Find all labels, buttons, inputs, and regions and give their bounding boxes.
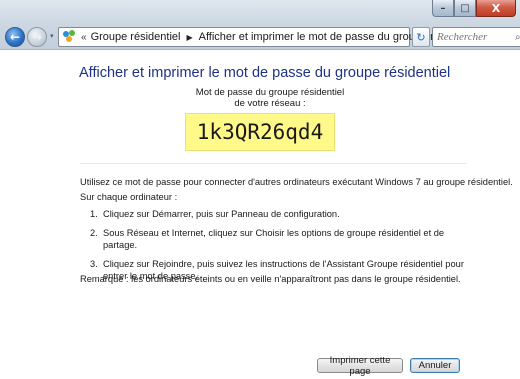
password-caption: Mot de passe du groupe résidentiel de vo… [180,87,360,109]
password-display: 1k3QR26qd4 [185,113,335,151]
homegroup-icon [63,30,77,44]
page-title: Afficher et imprimer le mot de passe du … [79,65,451,81]
back-arrow-icon: ← [9,30,21,44]
close-button[interactable]: X [476,0,516,17]
window: – □ X ← → ▾ « Groupe résidentiel ▶ Affic… [0,0,520,379]
password-caption-line-1: Mot de passe du groupe résidentiel [195,87,345,98]
print-button[interactable]: Imprimer cette page [317,355,403,377]
close-icon: X [491,1,501,15]
forward-button[interactable]: → [27,27,47,47]
minimize-icon: – [440,2,446,14]
address-bar[interactable]: « Groupe résidentiel ▶ Afficher et impri… [58,27,484,47]
forward-arrow-icon: → [31,30,43,44]
content-area: Afficher et imprimer le mot de passe du … [0,51,520,379]
list-item: 2. Sous Réseau et Internet, cliquez sur … [90,227,472,251]
cancel-button[interactable]: Annuler [410,358,460,373]
chevron-down-icon: ▾ [50,32,54,40]
back-button[interactable]: ← [5,27,25,47]
refresh-icon: ↻ [416,30,426,44]
maximize-icon: □ [460,2,470,14]
homegroup-password: 1k3QR26qd4 [196,120,324,144]
refresh-button[interactable]: ↻ [412,27,430,47]
intro-text: Utilisez ce mot de passe pour connecter … [80,177,513,187]
title-bar: – □ X ← → ▾ « Groupe résidentiel ▶ Affic… [0,0,520,50]
maximize-button[interactable]: □ [454,0,476,17]
step-text: Cliquez sur Démarrer, puis sur Panneau d… [103,209,340,219]
each-computer-text: Sur chaque ordinateur : [80,192,178,202]
step-number: 1. [90,209,98,219]
list-item: 1. Cliquez sur Démarrer, puis sur Pannea… [90,208,472,220]
recent-pages-button[interactable]: ▾ [50,32,54,40]
step-text: Sous Réseau et Internet, cliquez sur Cho… [103,228,445,250]
minimize-button[interactable]: – [432,0,454,17]
breadcrumb-overflow[interactable]: « [81,32,87,43]
search-input[interactable] [437,29,513,45]
breadcrumb-separator-icon[interactable]: ▶ [186,33,192,42]
note-text: Remarque : les ordinateurs éteints ou en… [80,274,461,284]
divider [80,163,466,164]
window-controls: – □ X [432,0,516,17]
password-caption-line-2: de votre réseau : [234,98,306,109]
step-number: 2. [90,228,98,238]
search-box[interactable]: ⌕ [432,27,520,47]
search-icon[interactable]: ⌕ [515,32,520,43]
breadcrumb-homegroup[interactable]: Groupe résidentiel [91,31,181,43]
